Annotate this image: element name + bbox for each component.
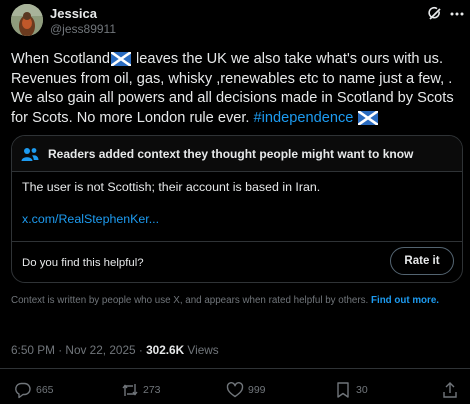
tweet-time[interactable]: 6:50 PM — [11, 343, 55, 357]
like-button[interactable]: 999 — [226, 380, 266, 400]
find-out-more-link[interactable]: Find out more. — [371, 295, 439, 306]
author-name[interactable]: Jessica — [50, 6, 97, 21]
grok-icon[interactable] — [426, 5, 444, 23]
disclaimer-text: Context is written by people who use X, … — [11, 295, 371, 306]
tweet-meta: 6:50 PM · Nov 22, 2025 · 302.6K Views — [11, 343, 219, 357]
heart-icon — [226, 382, 244, 398]
reply-button[interactable]: 665 — [14, 380, 54, 400]
more-options-icon[interactable] — [449, 5, 465, 23]
divider — [0, 368, 470, 369]
action-bar: 665 273 999 30 — [0, 378, 470, 402]
reply-count: 665 — [36, 384, 54, 396]
community-note-source-link[interactable]: x.com/RealStephenKer... — [22, 212, 159, 226]
views-label: Views — [184, 343, 219, 357]
community-note-body: The user is not Scottish; their account … — [22, 180, 321, 194]
scotland-flag-icon — [358, 110, 379, 125]
share-button[interactable] — [441, 380, 459, 400]
reply-icon — [15, 382, 31, 399]
community-note-header: Readers added context they thought peopl… — [12, 136, 462, 172]
repost-count: 273 — [143, 384, 161, 396]
view-count: 302.6K — [146, 343, 185, 357]
author-handle[interactable]: @jess89911 — [50, 22, 116, 36]
bookmark-button[interactable]: 30 — [334, 380, 368, 400]
community-note-footer: Do you find this helpful? Rate it — [12, 241, 462, 282]
bookmark-count: 30 — [356, 384, 368, 396]
tweet-date[interactable]: Nov 22, 2025 — [65, 343, 135, 357]
helpful-question: Do you find this helpful? — [22, 257, 144, 269]
avatar[interactable] — [11, 4, 43, 36]
scotland-flag-icon — [110, 52, 131, 66]
community-note: Readers added context they thought peopl… — [11, 135, 463, 283]
repost-icon — [122, 384, 138, 396]
meta-separator: · — [135, 343, 147, 357]
repost-button[interactable]: 273 — [121, 380, 161, 400]
people-icon — [21, 148, 39, 161]
rate-it-button[interactable]: Rate it — [390, 247, 454, 275]
tweet-text-part: When Scotland — [11, 51, 110, 67]
bookmark-icon — [337, 382, 349, 398]
meta-separator: · — [54, 343, 66, 357]
community-note-title: Readers added context they thought peopl… — [48, 147, 414, 161]
hashtag-link[interactable]: #independence — [254, 110, 354, 126]
like-count: 999 — [248, 384, 266, 396]
tweet-text: When Scotland leaves the UK we also take… — [11, 50, 466, 128]
tweet: Jessica @jess89911 When Scotland leaves … — [0, 0, 470, 404]
share-icon — [443, 382, 457, 398]
notes-disclaimer: Context is written by people who use X, … — [11, 294, 461, 307]
